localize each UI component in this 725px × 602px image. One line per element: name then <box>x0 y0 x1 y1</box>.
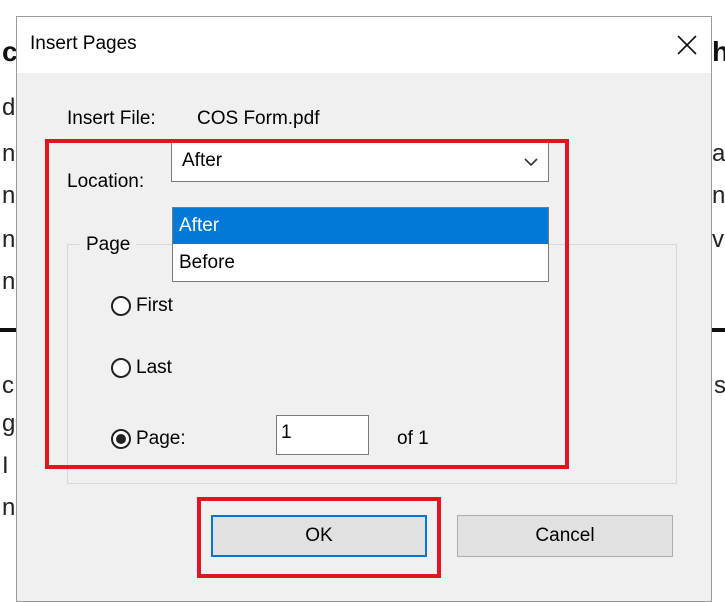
bg-text-fragment: n <box>2 494 16 521</box>
bg-text-fragment: n <box>712 182 725 209</box>
bg-text-fragment: n <box>2 140 16 167</box>
ok-button[interactable]: OK <box>211 515 427 557</box>
cancel-button[interactable]: Cancel <box>457 515 673 557</box>
background-right-strip <box>712 0 725 601</box>
insert-file-label: Insert File: <box>67 108 156 129</box>
bg-rule <box>712 328 725 332</box>
dialog-titlebar[interactable]: Insert Pages <box>17 17 711 73</box>
bg-text-fragment: g <box>2 410 16 437</box>
bg-text-fragment: s <box>714 372 725 399</box>
dialog-title: Insert Pages <box>30 33 137 54</box>
bg-text-fragment: v <box>712 226 724 253</box>
bg-text-fragment: n <box>2 268 16 295</box>
bg-text-fragment: d <box>2 94 16 121</box>
bg-text-fragment: n <box>2 182 16 209</box>
close-button[interactable] <box>667 25 707 65</box>
bg-text-fragment: I <box>2 452 9 479</box>
bg-text-fragment: c <box>2 372 14 399</box>
insert-file-value: COS Form.pdf <box>197 108 320 129</box>
bg-text-fragment: n <box>2 226 16 253</box>
highlight-location-box <box>45 139 569 469</box>
bg-text-fragment: h <box>712 36 725 67</box>
close-icon <box>677 35 697 55</box>
bg-text-fragment: a <box>712 140 725 167</box>
